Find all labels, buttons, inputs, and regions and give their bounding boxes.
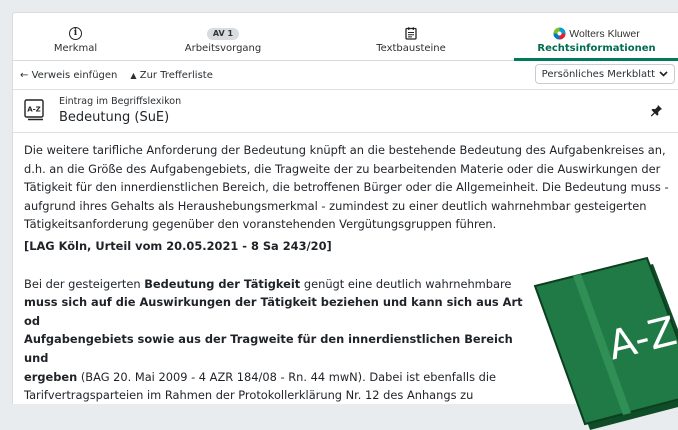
tab-rechtsinformationen-label: Rechtsinformationen <box>537 43 656 54</box>
back-to-results-label: Zur Trefferliste <box>139 69 213 81</box>
pin-icon[interactable] <box>650 104 663 117</box>
tab-textbausteine-label: Textbausteine <box>376 43 446 54</box>
entry-content: Die weitere tarifliche Anforderung der B… <box>13 133 678 404</box>
paragraph-1: Die weitere tarifliche Anforderung der B… <box>24 143 669 232</box>
main-panel: i Merkmal AV 1 Arbeitsvorgang Textbauste… <box>12 12 678 404</box>
chevron-up-icon: ▲ <box>130 70 137 80</box>
tab-merkmal[interactable]: i Merkmal <box>13 13 138 60</box>
wolters-kluwer-logo: Wolters Kluwer <box>553 27 640 40</box>
text-template-icon <box>405 27 417 40</box>
glossary-az-icon: A-Z <box>24 99 44 121</box>
entry-kicker: Eintrag im Begriffslexikon <box>59 96 182 107</box>
p2-bold-line4: ergeben <box>24 369 78 384</box>
entry-title: Bedeutung (SuE) <box>59 110 170 125</box>
av-badge: AV 1 <box>206 28 240 40</box>
tab-arbeitsvorgang-label: Arbeitsvorgang <box>184 43 262 54</box>
p2-bold-line3: Aufgabengebiets sowie aus der Tragweite … <box>24 332 513 365</box>
chevron-down-icon <box>659 71 668 77</box>
paragraph-2: Bei der gesteigerten Bedeutung der Tätig… <box>24 275 669 404</box>
p2-intro: Bei der gesteigerten <box>24 276 145 291</box>
brand-name: Wolters Kluwer <box>569 27 640 40</box>
p2-citation: (BAG 20. Mai 2009 - 4 AZR 184/08 - Rn. 4… <box>77 369 497 384</box>
tab-textbausteine[interactable]: Textbausteine <box>308 13 514 60</box>
personal-sheet-dropdown[interactable]: Persönliches Merkblatt <box>534 64 675 84</box>
entry-header: A-Z Eintrag im Begriffslexikon Bedeutung… <box>13 90 678 133</box>
toolbar: ← Verweis einfügen ▲ Zur Trefferliste Pe… <box>13 61 678 90</box>
wolters-kluwer-globe-icon <box>553 27 566 40</box>
tab-bar: i Merkmal AV 1 Arbeitsvorgang Textbauste… <box>13 13 678 61</box>
case-reference: [LAG Köln, Urteil vom 20.05.2021 - 8 Sa … <box>24 238 332 253</box>
tab-rechtsinformationen[interactable]: Wolters Kluwer Rechtsinformationen <box>514 13 678 61</box>
glossary-az-icon-text: A-Z <box>27 106 40 114</box>
personal-sheet-label: Persönliches Merkblatt <box>541 68 655 80</box>
p2-last-line: Tarifvertragsparteien im Rahmen der Prot… <box>24 388 474 403</box>
p2-mid: genügt eine deutlich wahrnehmbare <box>300 276 512 291</box>
back-to-results-link[interactable]: ▲ Zur Trefferliste <box>130 70 213 81</box>
tab-arbeitsvorgang[interactable]: AV 1 Arbeitsvorgang <box>138 13 308 60</box>
tab-merkmal-label: Merkmal <box>53 43 98 54</box>
info-icon: i <box>69 27 82 40</box>
p2-bold-term: Bedeutung der Tätigkeit <box>144 276 301 291</box>
p2-bold-line2: muss sich auf die Auswirkungen der Tätig… <box>24 295 523 328</box>
insert-reference-link[interactable]: ← Verweis einfügen <box>20 70 117 81</box>
arrow-left-icon: ← <box>20 69 29 81</box>
insert-reference-label: Verweis einfügen <box>31 69 118 81</box>
